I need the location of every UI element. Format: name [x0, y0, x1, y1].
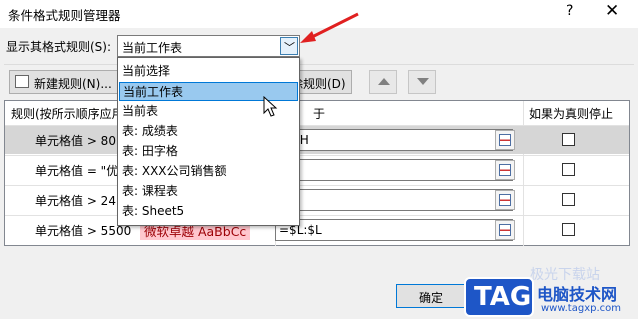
stop-if-true-checkbox[interactable]	[562, 163, 575, 176]
ok-label: 确定	[419, 291, 444, 305]
dropdown-option[interactable]: 表: XXX公司销售额	[119, 162, 298, 181]
table-row[interactable]: 单元格值 = "优 $I	[5, 155, 629, 184]
dropdown-option[interactable]: 表: 课程表	[119, 182, 298, 201]
red-arrow-annotation	[300, 12, 359, 43]
toolbar-separator	[4, 64, 634, 65]
rule-condition: 单元格值 > 24	[35, 194, 116, 208]
applies-to-field[interactable]: H:$H	[275, 129, 513, 151]
ok-button[interactable]: 确定	[396, 284, 468, 308]
range-picker-icon	[499, 134, 511, 146]
stop-if-true-checkbox[interactable]	[562, 223, 575, 236]
chevron-down-icon: ﹀	[284, 41, 295, 54]
combobox-dropdown-button[interactable]: ﹀	[280, 37, 298, 55]
applies-to-field[interactable]: $J	[275, 189, 513, 211]
dropdown-option[interactable]: 表: 田字格	[119, 142, 298, 161]
rule-condition: 单元格值 = "优	[35, 164, 119, 178]
range-select-button[interactable]	[495, 190, 515, 210]
dropdown-option[interactable]: 表: Sheet5	[119, 202, 298, 221]
column-header-applies-to: 于	[313, 107, 326, 121]
range-select-button[interactable]	[495, 130, 515, 150]
show-rules-value: 当前工作表	[122, 41, 183, 55]
arrow-up-icon	[378, 78, 390, 85]
column-header-rule: 规则(按所示顺序应用	[11, 107, 124, 121]
new-rule-icon	[15, 75, 29, 88]
range-picker-icon	[499, 194, 511, 206]
new-rule-button[interactable]: 新建规则(N)...	[9, 70, 119, 94]
range-select-button[interactable]	[495, 160, 515, 180]
table-row[interactable]: 单元格值 > 5500 微软卓越 AaBbCc =$L:$L	[5, 215, 629, 244]
range-picker-icon	[499, 224, 511, 236]
dropdown-option[interactable]: 当前选择	[119, 62, 298, 81]
rules-table: 规则(按所示顺序应用 于 如果为真则停止 单元格值 > 80 H:$H 单元格值…	[4, 100, 630, 246]
watermark-url: www.tagxp.com	[541, 303, 621, 314]
column-header-stop-if-true: 如果为真则停止	[529, 107, 614, 121]
applies-to-field[interactable]: =$L:$L	[275, 219, 513, 241]
help-button[interactable]: ?	[566, 3, 573, 19]
range-picker-icon	[499, 164, 511, 176]
watermark-site-name: 电脑技术网	[537, 285, 618, 304]
rule-condition: 单元格值 > 80	[35, 134, 116, 148]
move-up-button[interactable]	[369, 70, 397, 94]
show-rules-label: 显示其格式规则(S):	[6, 40, 112, 54]
watermark-tag-logo: TAG	[464, 277, 534, 317]
mouse-cursor-icon	[263, 96, 278, 117]
watermark-tag-text: TAG	[474, 282, 532, 312]
applies-to-field[interactable]: $I	[275, 159, 513, 181]
show-rules-dropdown-list: 当前选择 当前工作表 当前表 表: 成绩表 表: 田字格 表: XXX公司销售额…	[117, 57, 300, 226]
stop-if-true-checkbox[interactable]	[562, 193, 575, 206]
table-row[interactable]: 单元格值 > 24 $J	[5, 185, 629, 214]
new-rule-label: 新建规则(N)...	[34, 77, 112, 91]
show-rules-combobox[interactable]: 当前工作表 ﹀	[117, 35, 300, 57]
close-button[interactable]: ✕	[605, 1, 619, 21]
dropdown-option[interactable]: 表: 成绩表	[119, 122, 298, 141]
stop-if-true-checkbox[interactable]	[562, 133, 575, 146]
move-down-button[interactable]	[408, 70, 436, 94]
table-row[interactable]: 单元格值 > 80 H:$H	[5, 125, 629, 154]
range-select-button[interactable]	[495, 220, 515, 240]
arrow-down-icon	[417, 78, 429, 85]
window-title: 条件格式规则管理器	[8, 8, 121, 23]
